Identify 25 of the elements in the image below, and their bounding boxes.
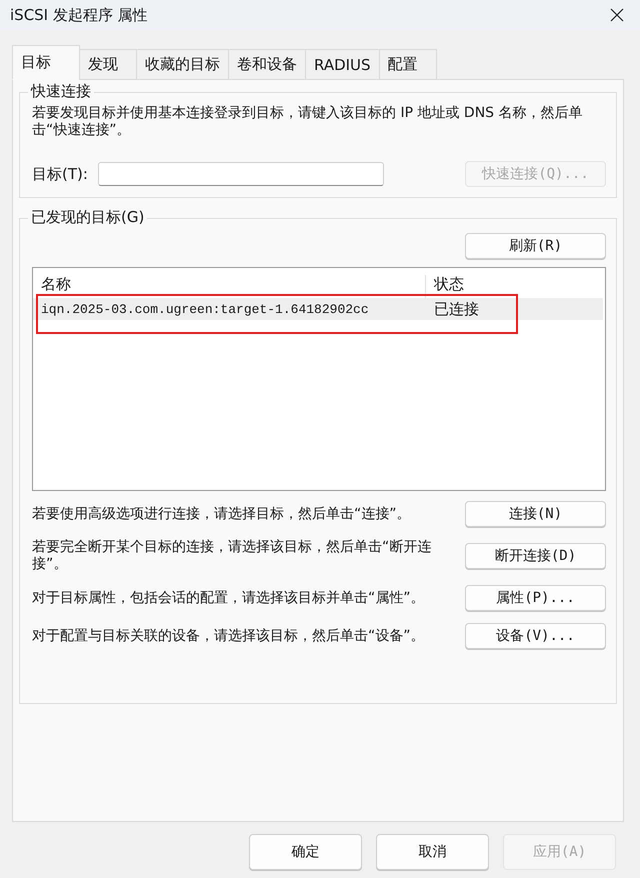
target-row[interactable]: iqn.2025-03.com.ugreen:target-1.64182902cc 已连接 — [33, 298, 603, 320]
description-text: 对于目标属性，包括会话的配置，请选择该目标并单击“属性”。 — [32, 590, 426, 606]
table-cell-text: 已连接 — [433, 300, 480, 318]
action-button[interactable]: 断开连接(D) — [465, 543, 606, 569]
tab[interactable]: 配置 — [378, 49, 437, 80]
group-title: 已发现的目标(G) — [28, 208, 148, 227]
description-text: 对于配置与目标关联的设备，请选择该目标，然后单击“设备”。 — [32, 628, 426, 644]
field-label: 目标(T): — [32, 164, 88, 184]
tab[interactable]: 目标 — [12, 45, 80, 80]
dialog-button[interactable]: 取消 — [376, 834, 489, 870]
group-title: 快速连接 — [28, 82, 94, 101]
action-button[interactable]: 设备(V)... — [465, 623, 606, 649]
action-button[interactable]: 连接(N) — [465, 501, 606, 527]
dialog-button[interactable]: 确定 — [249, 834, 362, 870]
table-cell-text: iqn.2025-03.com.ugreen:target-1.64182902cc — [40, 302, 370, 316]
target-input-field[interactable] — [98, 162, 384, 186]
description-text: 若要使用高级选项进行连接，请选择目标，然后单击“连接”。 — [32, 506, 412, 522]
close-icon[interactable] — [610, 8, 624, 22]
window-title: iSCSI 发起程序 属性 — [10, 6, 148, 24]
column-header[interactable]: 状态 — [426, 275, 602, 298]
action-button[interactable]: 属性(P)... — [465, 585, 606, 611]
tab[interactable]: 发现 — [79, 49, 137, 80]
refresh-button[interactable]: 刷新(R) — [465, 233, 606, 259]
description-text: 若要发现目标并使用基本连接登录到目标，请键入该目标的 IP 地址或 DNS 名称，然后单击“快速连接”。 — [32, 105, 584, 139]
description-text: 若要完全断开某个目标的连接，请选择该目标，然后单击“断开连接”。 — [32, 539, 432, 573]
